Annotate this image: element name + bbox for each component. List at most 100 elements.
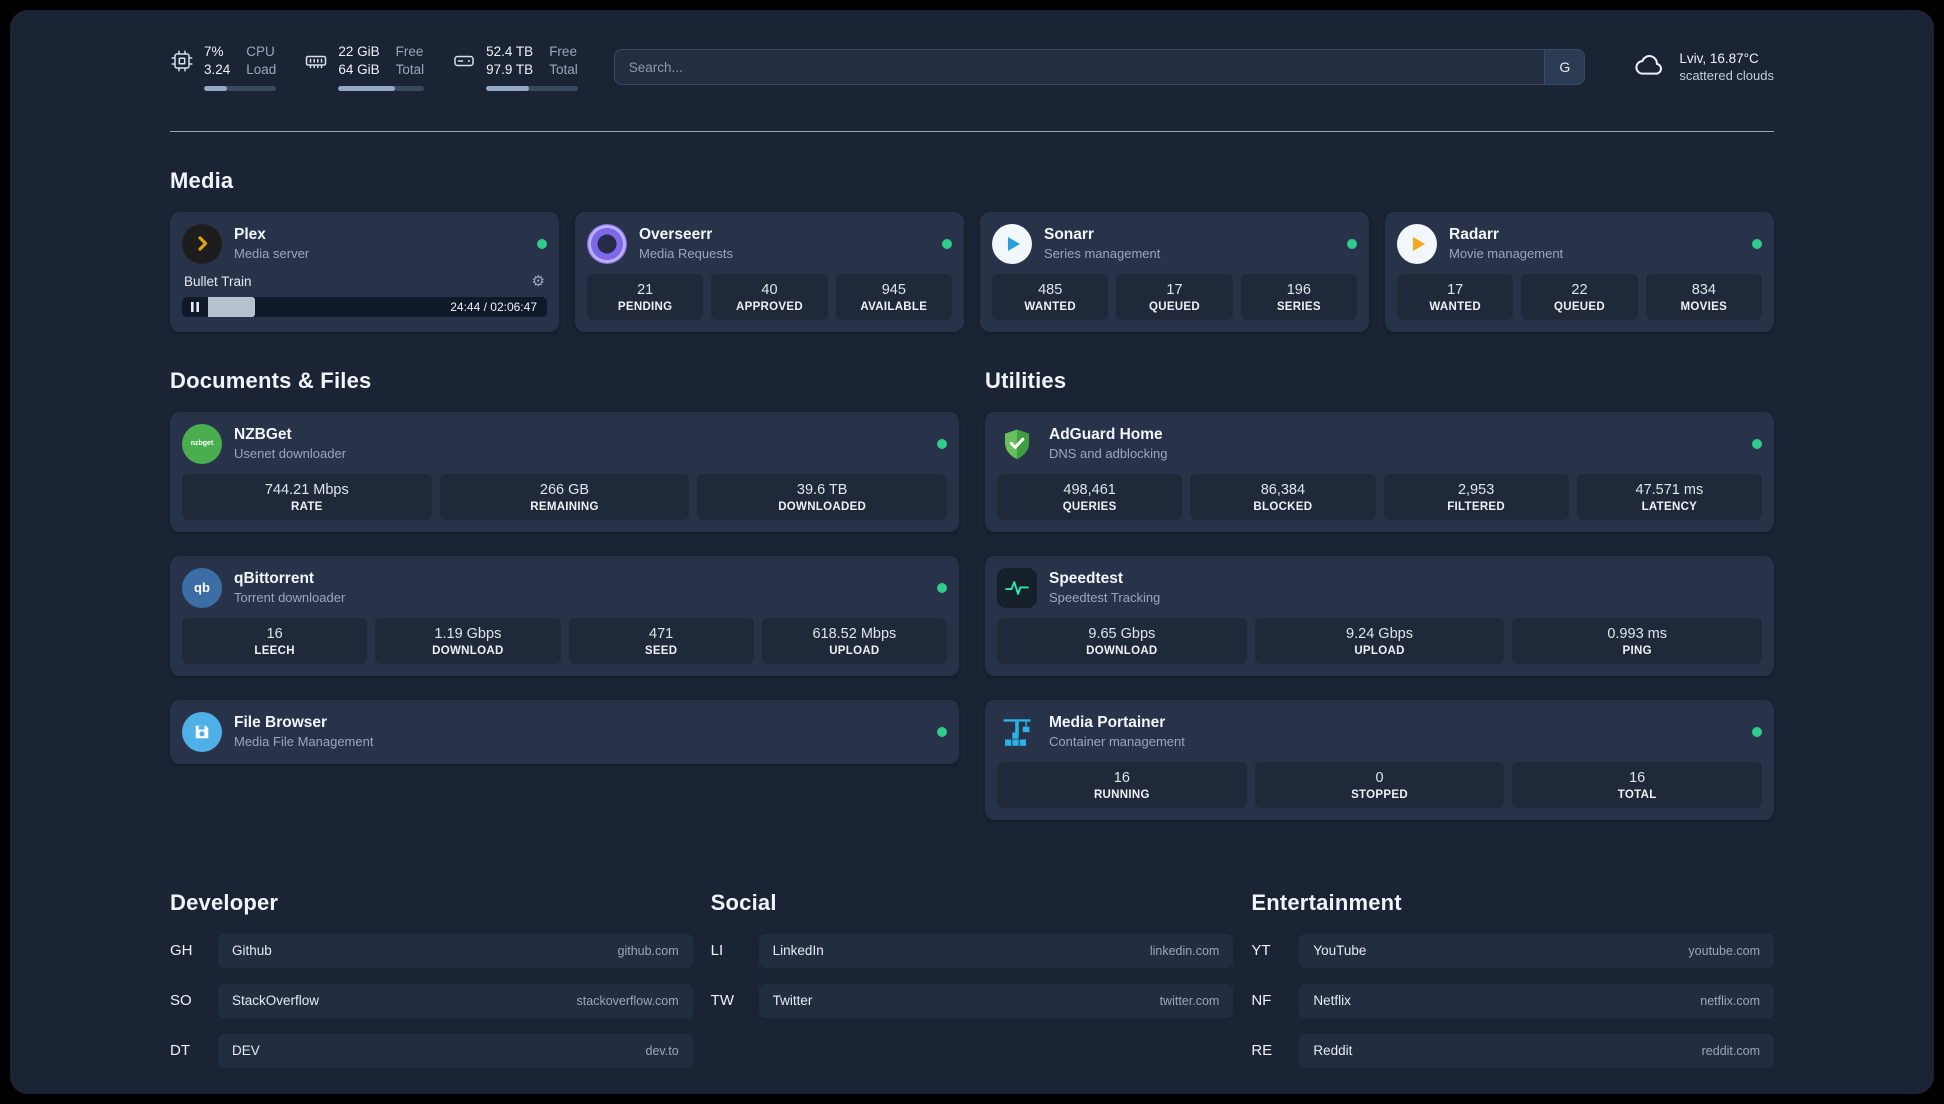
bookmark-link[interactable]: DEV dev.to xyxy=(218,1033,693,1068)
utilities-column: Utilities AdGuard Home DNS and adblockin… xyxy=(985,332,1774,844)
stat-label: QUEUED xyxy=(1148,300,1200,313)
stat-value: 9.65 Gbps xyxy=(1088,625,1156,642)
section-title-documents: Documents & Files xyxy=(170,367,372,393)
bookmark-item[interactable]: RE Reddit reddit.com xyxy=(1251,1033,1774,1068)
bookmark-link[interactable]: Twitter twitter.com xyxy=(758,983,1234,1018)
media-card-grid: Plex Media server Bullet Train ⚙ 24:44 /… xyxy=(170,211,1774,332)
playback-progress-bar[interactable]: 24:44 / 02:06:47 xyxy=(182,296,547,317)
pause-icon[interactable] xyxy=(182,301,208,312)
bookmark-group-social: Social LI LinkedIn linkedin.com TW Twitter tw… xyxy=(711,890,1234,1084)
status-dot xyxy=(1752,238,1762,249)
stat-label: WANTED xyxy=(1024,300,1076,313)
service-name: qBittorrent xyxy=(234,570,315,588)
bookmark-link[interactable]: YouTube youtube.com xyxy=(1299,933,1774,968)
service-card-plex[interactable]: Plex Media server Bullet Train ⚙ 24:44 /… xyxy=(170,211,559,332)
bookmark-abbr: GH xyxy=(170,942,193,960)
stat-tile: 1.19 Gbps DOWNLOAD xyxy=(375,617,561,664)
memory-total-label: Total xyxy=(395,61,425,77)
status-dot xyxy=(537,238,547,249)
stat-label: MOVIES xyxy=(1680,300,1728,313)
stat-value: 0 xyxy=(1375,769,1384,786)
stat-label: PENDING xyxy=(617,300,673,313)
stat-value: 39.6 TB xyxy=(796,481,848,498)
service-desc: Series management xyxy=(1044,246,1161,262)
stat-tile: 744.21 Mbps RATE xyxy=(182,473,432,520)
stat-tile: 0 STOPPED xyxy=(1254,761,1505,808)
service-card-speedtest[interactable]: Speedtest Speedtest Tracking 9.65 Gbps DO… xyxy=(985,555,1774,676)
bookmark-item[interactable]: YT YouTube youtube.com xyxy=(1251,933,1774,968)
stat-label: DOWNLOAD xyxy=(1086,644,1158,657)
cpu-icon xyxy=(170,49,194,73)
bookmarks-section: Developer GH Github github.com SO StackOverf… xyxy=(170,890,1774,1084)
stat-label: LATENCY xyxy=(1641,500,1698,513)
bookmark-link[interactable]: Reddit reddit.com xyxy=(1299,1033,1774,1068)
stat-label: UPLOAD xyxy=(1354,644,1405,657)
stat-value: 47.571 ms xyxy=(1635,481,1704,498)
bookmark-item[interactable]: TW Twitter twitter.com xyxy=(711,983,1234,1018)
bookmark-item[interactable]: GH Github github.com xyxy=(170,933,693,968)
bookmark-item[interactable]: DT DEV dev.to xyxy=(170,1033,693,1068)
stat-value: 744.21 Mbps xyxy=(264,481,349,498)
qbittorrent-icon: qb xyxy=(182,567,222,608)
stat-value: 834 xyxy=(1691,281,1716,298)
search-input[interactable] xyxy=(614,50,1545,85)
service-name: Plex xyxy=(234,226,266,244)
stat-tile: 471 SEED xyxy=(568,617,754,664)
service-card-filebrowser[interactable]: File Browser Media File Management xyxy=(170,699,959,764)
status-dot xyxy=(937,438,947,449)
stat-label: RATE xyxy=(291,500,323,513)
status-dot xyxy=(937,582,947,593)
memory-progress-bar xyxy=(338,85,425,91)
bookmark-item[interactable]: NF Netflix netflix.com xyxy=(1251,983,1774,1018)
stat-label: APPROVED xyxy=(736,300,803,313)
stat-value: 471 xyxy=(649,625,674,642)
stat-value: 266 GB xyxy=(539,481,590,498)
bookmark-abbr: DT xyxy=(170,1042,190,1060)
search-provider-button[interactable]: G xyxy=(1544,50,1585,85)
cpu-progress-bar xyxy=(204,85,277,91)
search-bar[interactable]: G xyxy=(613,49,1586,86)
stat-value: 485 xyxy=(1038,281,1063,298)
stat-value: 17 xyxy=(1447,281,1464,298)
service-card-nzbget[interactable]: nzbget NZBGet Usenet downloader 744.21 M… xyxy=(170,411,959,532)
disk-total-label: Total xyxy=(549,61,578,77)
bookmark-abbr: LI xyxy=(710,942,724,960)
bookmark-link[interactable]: Netflix netflix.com xyxy=(1299,983,1774,1018)
stat-tile: 39.6 TB DOWNLOADED xyxy=(697,473,948,520)
bookmark-group-developer: Developer GH Github github.com SO StackOverf… xyxy=(170,890,693,1084)
status-dot xyxy=(937,726,947,737)
memory-free-value: 22 GiB xyxy=(338,44,380,59)
bookmark-name: Github xyxy=(232,943,272,959)
bookmark-item[interactable]: LI LinkedIn linkedin.com xyxy=(710,933,1234,968)
stat-row: 498,461 QUERIES 86,384 BLOCKED 2,953 FILTERED… xyxy=(997,473,1762,520)
gear-icon[interactable]: ⚙ xyxy=(532,274,545,289)
bookmark-link[interactable]: LinkedIn linkedin.com xyxy=(758,933,1234,968)
service-card-adguard[interactable]: AdGuard Home DNS and adblocking 498,461 Q… xyxy=(985,411,1774,532)
cpu-usage-value: 7% xyxy=(204,44,224,59)
cpu-load-label: Load xyxy=(246,61,277,77)
stat-tile: 21 PENDING xyxy=(587,273,704,320)
section-title-entertainment: Entertainment xyxy=(1251,889,1402,915)
service-card-portainer[interactable]: Media Portainer Container management 16 R… xyxy=(985,699,1774,820)
service-card-overseerr[interactable]: Overseerr Media Requests 21 PENDING 40 APPR… xyxy=(575,211,964,332)
stat-tile: 16 LEECH xyxy=(182,617,368,664)
service-card-sonarr[interactable]: Sonarr Series management 485 WANTED 17 QUEU… xyxy=(980,211,1369,332)
stat-label: REMAINING xyxy=(530,500,599,513)
bookmark-group-entertainment: Entertainment YT YouTube youtube.com NF Netf… xyxy=(1251,890,1774,1084)
bookmark-link[interactable]: Github github.com xyxy=(218,933,693,968)
bookmark-link[interactable]: StackOverflow stackoverflow.com xyxy=(218,983,693,1018)
weather-widget: Lviv, 16.87°C scattered clouds xyxy=(1631,49,1774,86)
stat-label: TOTAL xyxy=(1617,788,1657,801)
service-card-radarr[interactable]: Radarr Movie management 17 WANTED 22 QUEUED… xyxy=(1385,211,1774,332)
section-title-developer: Developer xyxy=(170,889,279,915)
bookmark-abbr: YT xyxy=(1251,942,1271,960)
service-card-qbittorrent[interactable]: qb qBittorrent Torrent downloader 16 LEEC… xyxy=(170,555,959,676)
bookmark-item[interactable]: SO StackOverflow stackoverflow.com xyxy=(170,983,693,1018)
stat-value: 1.19 Gbps xyxy=(434,625,502,642)
bookmark-domain: netflix.com xyxy=(1700,993,1760,1008)
stat-tile: 40 APPROVED xyxy=(711,273,828,320)
service-name: NZBGet xyxy=(234,426,292,444)
service-name: File Browser xyxy=(234,714,328,732)
stat-tile: 17 WANTED xyxy=(1397,273,1514,320)
weather-condition: scattered clouds xyxy=(1679,68,1774,84)
